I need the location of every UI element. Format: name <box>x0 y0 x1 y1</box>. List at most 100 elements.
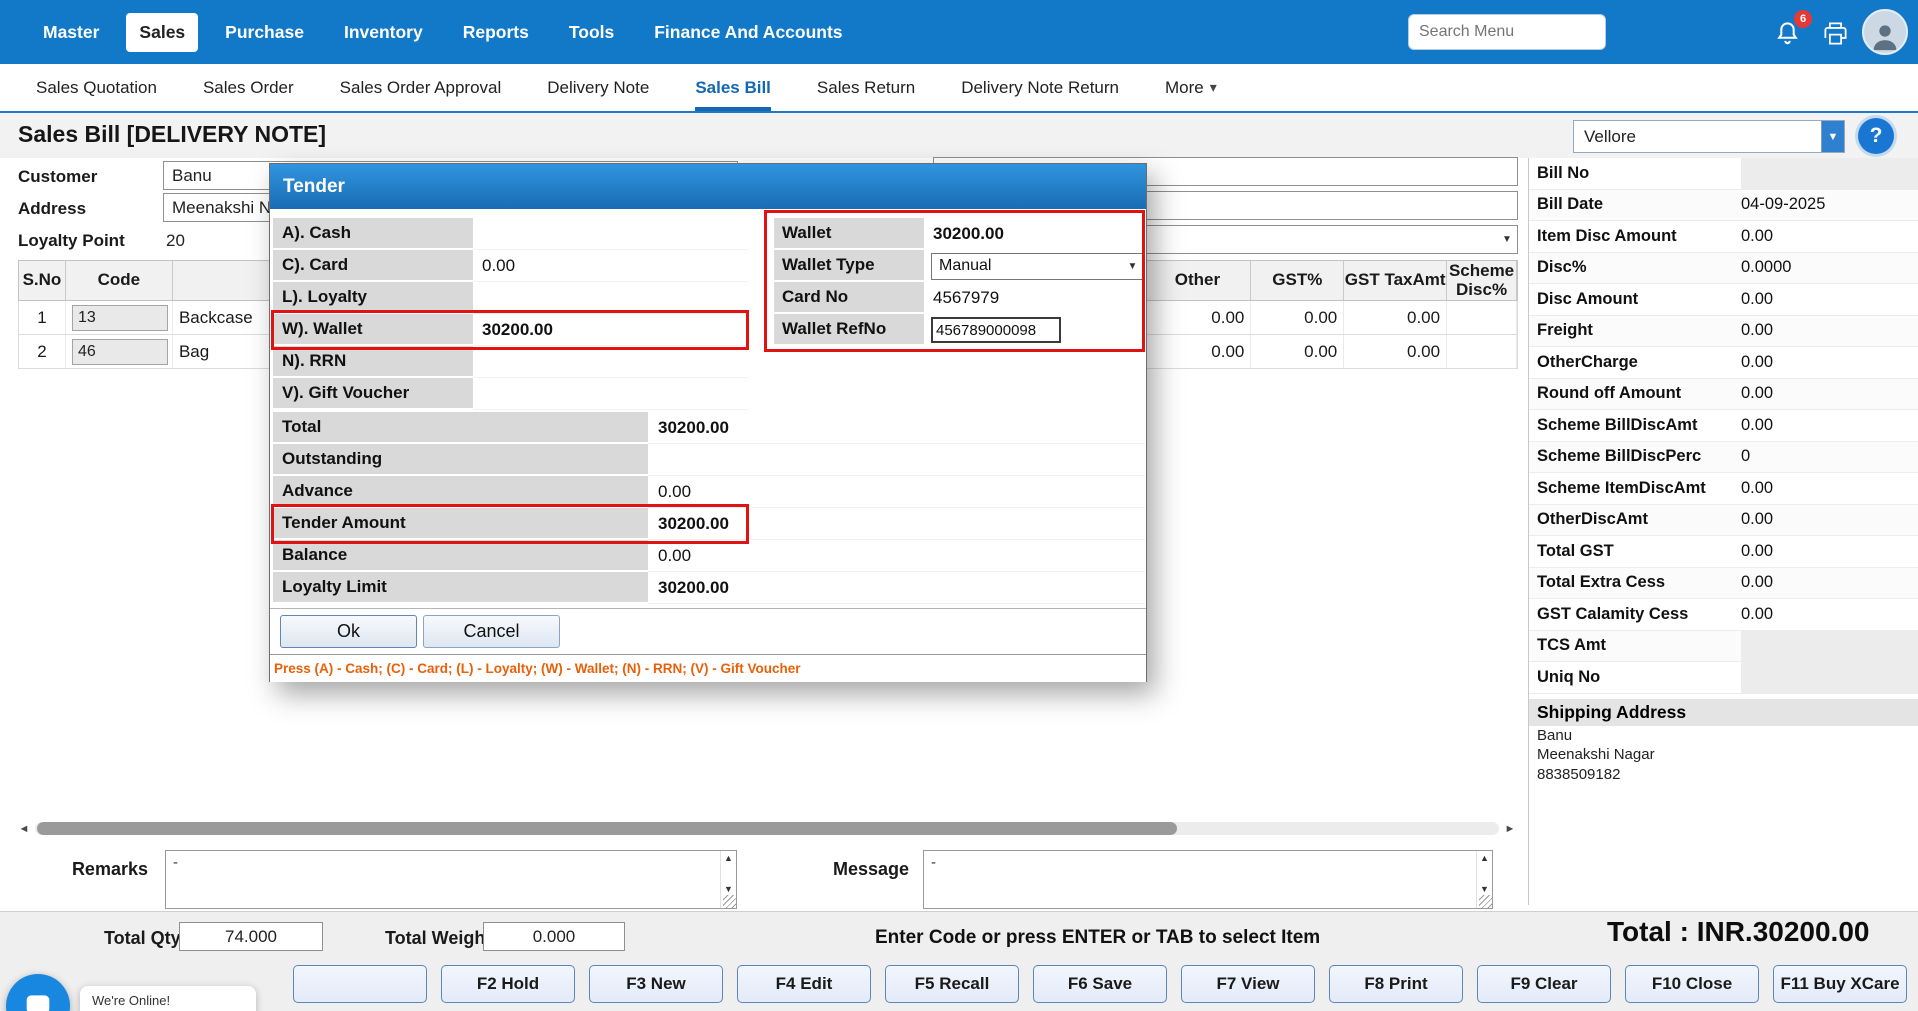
f11-buy-xcare-button[interactable]: F11 Buy XCare <box>1773 965 1907 1003</box>
sidebar-row-freight: Freight0.00 <box>1529 316 1918 348</box>
tab-sales-quotation[interactable]: Sales Quotation <box>36 64 157 111</box>
card-no-value: 4567979 <box>924 288 999 308</box>
sidebar-row-disc-amount: Disc Amount0.00 <box>1529 284 1918 316</box>
sidebar-row-disc-percent: Disc%0.0000 <box>1529 253 1918 285</box>
tab-sales-return[interactable]: Sales Return <box>817 64 915 111</box>
scroll-up-icon[interactable]: ▲ <box>724 853 733 863</box>
scroll-left-icon[interactable]: ◄ <box>16 823 32 835</box>
payment-row-wallet: W). Wallet 30200.00 <box>273 314 748 346</box>
scroll-right-icon[interactable]: ► <box>1502 823 1518 835</box>
menu-sales[interactable]: Sales <box>126 13 198 52</box>
wallet-type-select[interactable]: Manual ▼ <box>931 253 1143 280</box>
wallet-value: 30200.00 <box>924 224 1004 244</box>
shipping-line: Banu <box>1529 726 1918 746</box>
f7-view-button[interactable]: F7 View <box>1181 965 1315 1003</box>
f4-edit-button[interactable]: F4 Edit <box>737 965 871 1003</box>
menu-finance-accounts[interactable]: Finance And Accounts <box>641 13 855 52</box>
scroll-down-icon[interactable]: ▼ <box>1480 884 1489 894</box>
payment-row-rrn: N). RRN <box>273 346 748 378</box>
header-scheme-disc: Scheme Disc% <box>1447 261 1517 300</box>
tab-sales-order[interactable]: Sales Order <box>203 64 294 111</box>
summary-total: Total 30200.00 <box>273 412 1145 444</box>
select-arrow-icon: ▼ <box>1123 254 1142 279</box>
menu-inventory[interactable]: Inventory <box>331 13 436 52</box>
cell-gst: 0.00 <box>1251 301 1344 334</box>
total-weight-label: Total Weight <box>385 928 491 949</box>
sidebar-row-bill-date: Bill Date04-09-2025 <box>1529 190 1918 222</box>
tab-more[interactable]: More ▾ <box>1165 64 1217 111</box>
wallet-type-row: Wallet Type Manual ▼ <box>774 250 1143 282</box>
tender-dialog-title: Tender <box>283 176 345 198</box>
menu-purchase[interactable]: Purchase <box>212 13 317 52</box>
card-amount[interactable]: 0.00 <box>473 250 748 282</box>
f5-recall-button[interactable]: F5 Recall <box>885 965 1019 1003</box>
summary-balance: Balance 0.00 <box>273 540 1145 572</box>
menu-master[interactable]: Master <box>30 13 112 52</box>
cell-gst-taxamt: 0.00 <box>1344 335 1447 368</box>
code-input[interactable] <box>72 339 168 365</box>
payment-mode-list: A). Cash C). Card 0.00 L). Loyalty W). W… <box>273 218 748 410</box>
remarks-textarea[interactable]: - <box>166 851 719 908</box>
branch-select[interactable]: Vellore ▼ <box>1573 120 1845 153</box>
scrollbar-thumb[interactable] <box>37 822 1177 835</box>
tender-summary: Total 30200.00 Outstanding Advance 0.00 … <box>273 412 1145 604</box>
payment-row-cash: A). Cash <box>273 218 748 250</box>
total-qty-label: Total Qty <box>104 928 181 949</box>
wallet-detail-panel: Wallet 30200.00 Wallet Type Manual ▼ Car… <box>774 218 1143 346</box>
code-input[interactable] <box>72 305 168 331</box>
cell-sno: 2 <box>19 335 66 368</box>
f8-print-button[interactable]: F8 Print <box>1329 965 1463 1003</box>
loyalty-amount[interactable] <box>473 282 748 314</box>
horizontal-scrollbar: ◄ ► <box>16 820 1518 837</box>
menu-reports[interactable]: Reports <box>450 13 542 52</box>
page-title: Sales Bill [DELIVERY NOTE] <box>18 121 326 148</box>
enter-code-hint: Enter Code or press ENTER or TAB to sele… <box>875 927 1320 949</box>
tab-sales-bill[interactable]: Sales Bill <box>695 64 771 111</box>
sales-bill-screen: Master Sales Purchase Inventory Reports … <box>0 0 1918 1011</box>
wallet-refno-input[interactable] <box>931 317 1061 343</box>
loyalty-point-label: Loyalty Point <box>18 231 125 251</box>
ok-button[interactable]: Ok <box>280 615 417 648</box>
tab-delivery-note[interactable]: Delivery Note <box>547 64 649 111</box>
summary-outstanding: Outstanding <box>273 444 1145 476</box>
total-weight-input[interactable] <box>483 922 625 951</box>
resize-handle[interactable] <box>723 895 736 908</box>
sidebar-row-uniq-no: Uniq No <box>1529 662 1918 694</box>
shipping-line: 8838509182 <box>1529 765 1918 785</box>
sidebar-row-gst-calamity-cess: GST Calamity Cess0.00 <box>1529 599 1918 631</box>
chat-status-tooltip: We're Online! <box>80 986 256 1011</box>
print-button[interactable] <box>1818 16 1852 50</box>
wallet-amount[interactable]: 30200.00 <box>473 314 748 346</box>
notifications-button[interactable]: 6 <box>1770 16 1804 50</box>
scrollbar-track[interactable] <box>35 822 1499 835</box>
resize-handle[interactable] <box>1479 895 1492 908</box>
avatar[interactable] <box>1862 9 1908 55</box>
menu-tools[interactable]: Tools <box>556 13 627 52</box>
scroll-down-icon[interactable]: ▼ <box>724 884 733 894</box>
gift-voucher-amount[interactable] <box>473 378 748 410</box>
cash-amount[interactable] <box>473 218 748 250</box>
search-input[interactable] <box>1408 14 1606 50</box>
tab-delivery-note-return[interactable]: Delivery Note Return <box>961 64 1119 111</box>
scroll-up-icon[interactable]: ▲ <box>1480 853 1489 863</box>
f9-clear-button[interactable]: F9 Clear <box>1477 965 1611 1003</box>
f10-close-button[interactable]: F10 Close <box>1625 965 1759 1003</box>
help-button[interactable]: ? <box>1858 118 1894 154</box>
tender-dialog-buttons: Ok Cancel <box>270 608 1146 654</box>
f6-save-button[interactable]: F6 Save <box>1033 965 1167 1003</box>
tab-sales-order-approval[interactable]: Sales Order Approval <box>340 64 502 111</box>
message-textarea[interactable]: - <box>924 851 1475 908</box>
f3-new-button[interactable]: F3 New <box>589 965 723 1003</box>
top-menu-bar: Master Sales Purchase Inventory Reports … <box>0 0 1918 64</box>
rrn-amount[interactable] <box>473 346 748 378</box>
summary-tender-amount: Tender Amount 30200.00 <box>273 508 1145 540</box>
sidebar-row-other-charge: OtherCharge0.00 <box>1529 347 1918 379</box>
total-qty-input[interactable] <box>179 922 323 951</box>
function-key-bar: F2 Hold F3 New F4 Edit F5 Recall F6 Save… <box>293 965 1907 1003</box>
cancel-button[interactable]: Cancel <box>423 615 560 648</box>
tender-dialog: Tender A). Cash C). Card 0.00 L). Loyalt… <box>269 163 1147 682</box>
f2-hold-button[interactable]: F2 Hold <box>441 965 575 1003</box>
sidebar-row-scheme-billdiscamt: Scheme BillDiscAmt0.00 <box>1529 410 1918 442</box>
fkey-blank-button[interactable] <box>293 965 427 1003</box>
user-icon <box>1868 19 1902 53</box>
